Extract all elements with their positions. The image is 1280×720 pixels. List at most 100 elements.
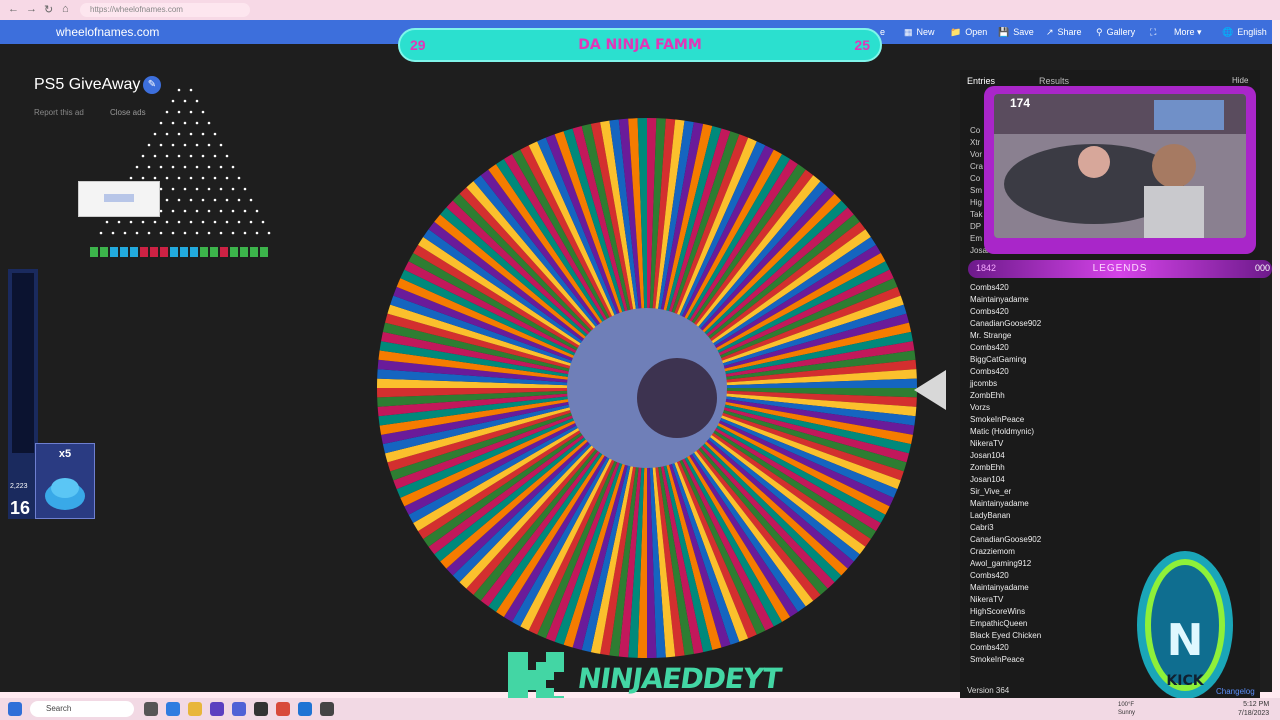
entry-item[interactable]: NikeraTV xyxy=(970,438,1150,450)
entry-item[interactable]: Maintainyadame xyxy=(970,294,1150,306)
plinko-dot xyxy=(99,231,103,235)
reload-icon[interactable]: ↻ xyxy=(44,3,53,16)
gallery-button[interactable]: ⚲ Gallery xyxy=(1096,24,1135,40)
hide-button[interactable]: Hide xyxy=(1232,76,1248,85)
plinko-dot xyxy=(129,176,133,180)
entry-item[interactable]: Vorzs xyxy=(970,402,1150,414)
open-button[interactable]: 📁 Open xyxy=(950,24,987,40)
plinko-dots xyxy=(99,88,271,235)
plinko-dot xyxy=(153,220,157,224)
entry-item[interactable]: EmpathicQueen xyxy=(970,618,1150,630)
tab-entries[interactable]: Entries xyxy=(967,76,995,86)
save-button[interactable]: 💾 Save xyxy=(998,24,1034,40)
entry-item[interactable]: ZombEhh xyxy=(970,390,1150,402)
entries-list[interactable]: Combs420 Maintainyadame Combs420 CanadianGo… xyxy=(970,282,1150,666)
new-icon: ▦ xyxy=(904,27,913,37)
plinko-dot xyxy=(207,187,211,191)
address-bar[interactable]: https://wheelofnames.com xyxy=(80,3,250,17)
plinko-dot xyxy=(213,198,217,202)
system-clock[interactable]: 5:12 PM 7/18/2023 xyxy=(1238,700,1269,718)
report-ad-link[interactable]: Report this ad xyxy=(34,108,84,117)
entry-item[interactable]: Awol_gaming912 xyxy=(970,558,1150,570)
entry-item[interactable]: Combs420 xyxy=(970,570,1150,582)
entry-item[interactable]: LadyBanan xyxy=(970,510,1150,522)
plinko-dot xyxy=(243,231,247,235)
plinko-dot xyxy=(225,198,229,202)
taskbar-search[interactable]: Search xyxy=(30,701,134,717)
plinko-dot xyxy=(147,165,151,169)
svg-text:N: N xyxy=(1167,615,1204,666)
plinko-dot xyxy=(219,187,223,191)
entry-item[interactable]: Crazziemom xyxy=(970,546,1150,558)
app-v-icon[interactable] xyxy=(210,702,224,716)
plinko-dot xyxy=(213,220,217,224)
multiplier-cell xyxy=(140,247,148,257)
entry-item[interactable]: Combs420 xyxy=(970,306,1150,318)
entry-item[interactable]: HighScoreWins xyxy=(970,606,1150,618)
entry-item[interactable]: SmokeInPeace xyxy=(970,414,1150,426)
tab-results[interactable]: Results xyxy=(1039,76,1069,86)
app-misc-icon[interactable] xyxy=(320,702,334,716)
back-icon[interactable]: ← xyxy=(8,3,19,15)
entry-item[interactable]: Cabri3 xyxy=(970,522,1150,534)
entry-item[interactable]: CanadianGoose902 xyxy=(970,318,1150,330)
app-obs-icon[interactable] xyxy=(232,702,246,716)
weather-widget[interactable]: 100°F Sunny xyxy=(1118,701,1135,717)
plinko-dot xyxy=(189,220,193,224)
entry-item[interactable]: Combs420 xyxy=(970,342,1150,354)
plinko-dot xyxy=(207,143,211,147)
entry-item[interactable]: Josan104 xyxy=(970,450,1150,462)
app-terminal-icon[interactable] xyxy=(254,702,268,716)
forward-icon[interactable]: → xyxy=(26,3,37,15)
entry-item[interactable]: SmokeInPeace xyxy=(970,654,1150,666)
plinko-dot xyxy=(177,132,181,136)
plinko-dot xyxy=(177,176,181,180)
entry-item[interactable]: jjcombs xyxy=(970,378,1150,390)
browser-icon[interactable] xyxy=(298,702,312,716)
entry-item[interactable]: NikeraTV xyxy=(970,594,1150,606)
entry-item[interactable]: Matic (Holdmynic) xyxy=(970,426,1150,438)
entry-item[interactable]: Combs420 xyxy=(970,642,1150,654)
multiplier-cell xyxy=(260,247,268,257)
chrome-icon[interactable] xyxy=(276,702,290,716)
plinko-dot xyxy=(177,220,181,224)
legends-right-value: 000 xyxy=(1254,263,1270,273)
folder-icon[interactable] xyxy=(188,702,202,716)
entry-item[interactable]: CanadianGoose902 xyxy=(970,534,1150,546)
plinko-dot xyxy=(207,231,211,235)
plinko-dot xyxy=(219,209,223,213)
plinko-dot xyxy=(201,176,205,180)
entry-item[interactable]: Maintainyadame xyxy=(970,498,1150,510)
spinning-wheel[interactable] xyxy=(374,115,920,661)
start-icon[interactable] xyxy=(8,702,22,716)
entry-item[interactable]: ZombEhh xyxy=(970,462,1150,474)
share-button[interactable]: ↗ Share xyxy=(1046,24,1082,40)
ad-banner[interactable] xyxy=(78,181,160,217)
webcam-feed xyxy=(994,94,1246,238)
entry-item[interactable]: Maintainyadame xyxy=(970,582,1150,594)
more-button[interactable]: More ▾ xyxy=(1174,24,1202,40)
plinko-dot xyxy=(159,165,163,169)
entry-item[interactable]: Black Eyed Chicken xyxy=(970,630,1150,642)
plinko-dot xyxy=(201,110,205,114)
entry-item[interactable]: Josan104 xyxy=(970,474,1150,486)
site-name[interactable]: wheelofnames.com xyxy=(56,25,159,39)
fullscreen-icon[interactable]: ⛶ xyxy=(1150,24,1156,40)
entry-item[interactable]: Combs420 xyxy=(970,366,1150,378)
plinko-dot xyxy=(183,165,187,169)
entry-item[interactable]: Mr. Strange xyxy=(970,330,1150,342)
task-view-icon[interactable] xyxy=(144,702,158,716)
entry-item[interactable]: Combs420 xyxy=(970,282,1150,294)
plinko-dot xyxy=(165,154,169,158)
edge-icon[interactable] xyxy=(166,702,180,716)
multiplier-cell xyxy=(150,247,158,257)
entry-item[interactable]: BiggCatGaming xyxy=(970,354,1150,366)
plinko-dot xyxy=(159,231,163,235)
home-icon[interactable]: ⌂ xyxy=(62,3,69,15)
multiplier-cell xyxy=(240,247,248,257)
entry-item[interactable]: Sir_Vive_er xyxy=(970,486,1150,498)
plinko-dot xyxy=(249,220,253,224)
os-taskbar: Search 100°F Sunny 5:12 PM 7/18/2023 xyxy=(0,698,1280,720)
language-button[interactable]: 🌐 English xyxy=(1222,24,1267,40)
new-button[interactable]: ▦ New xyxy=(904,24,935,40)
